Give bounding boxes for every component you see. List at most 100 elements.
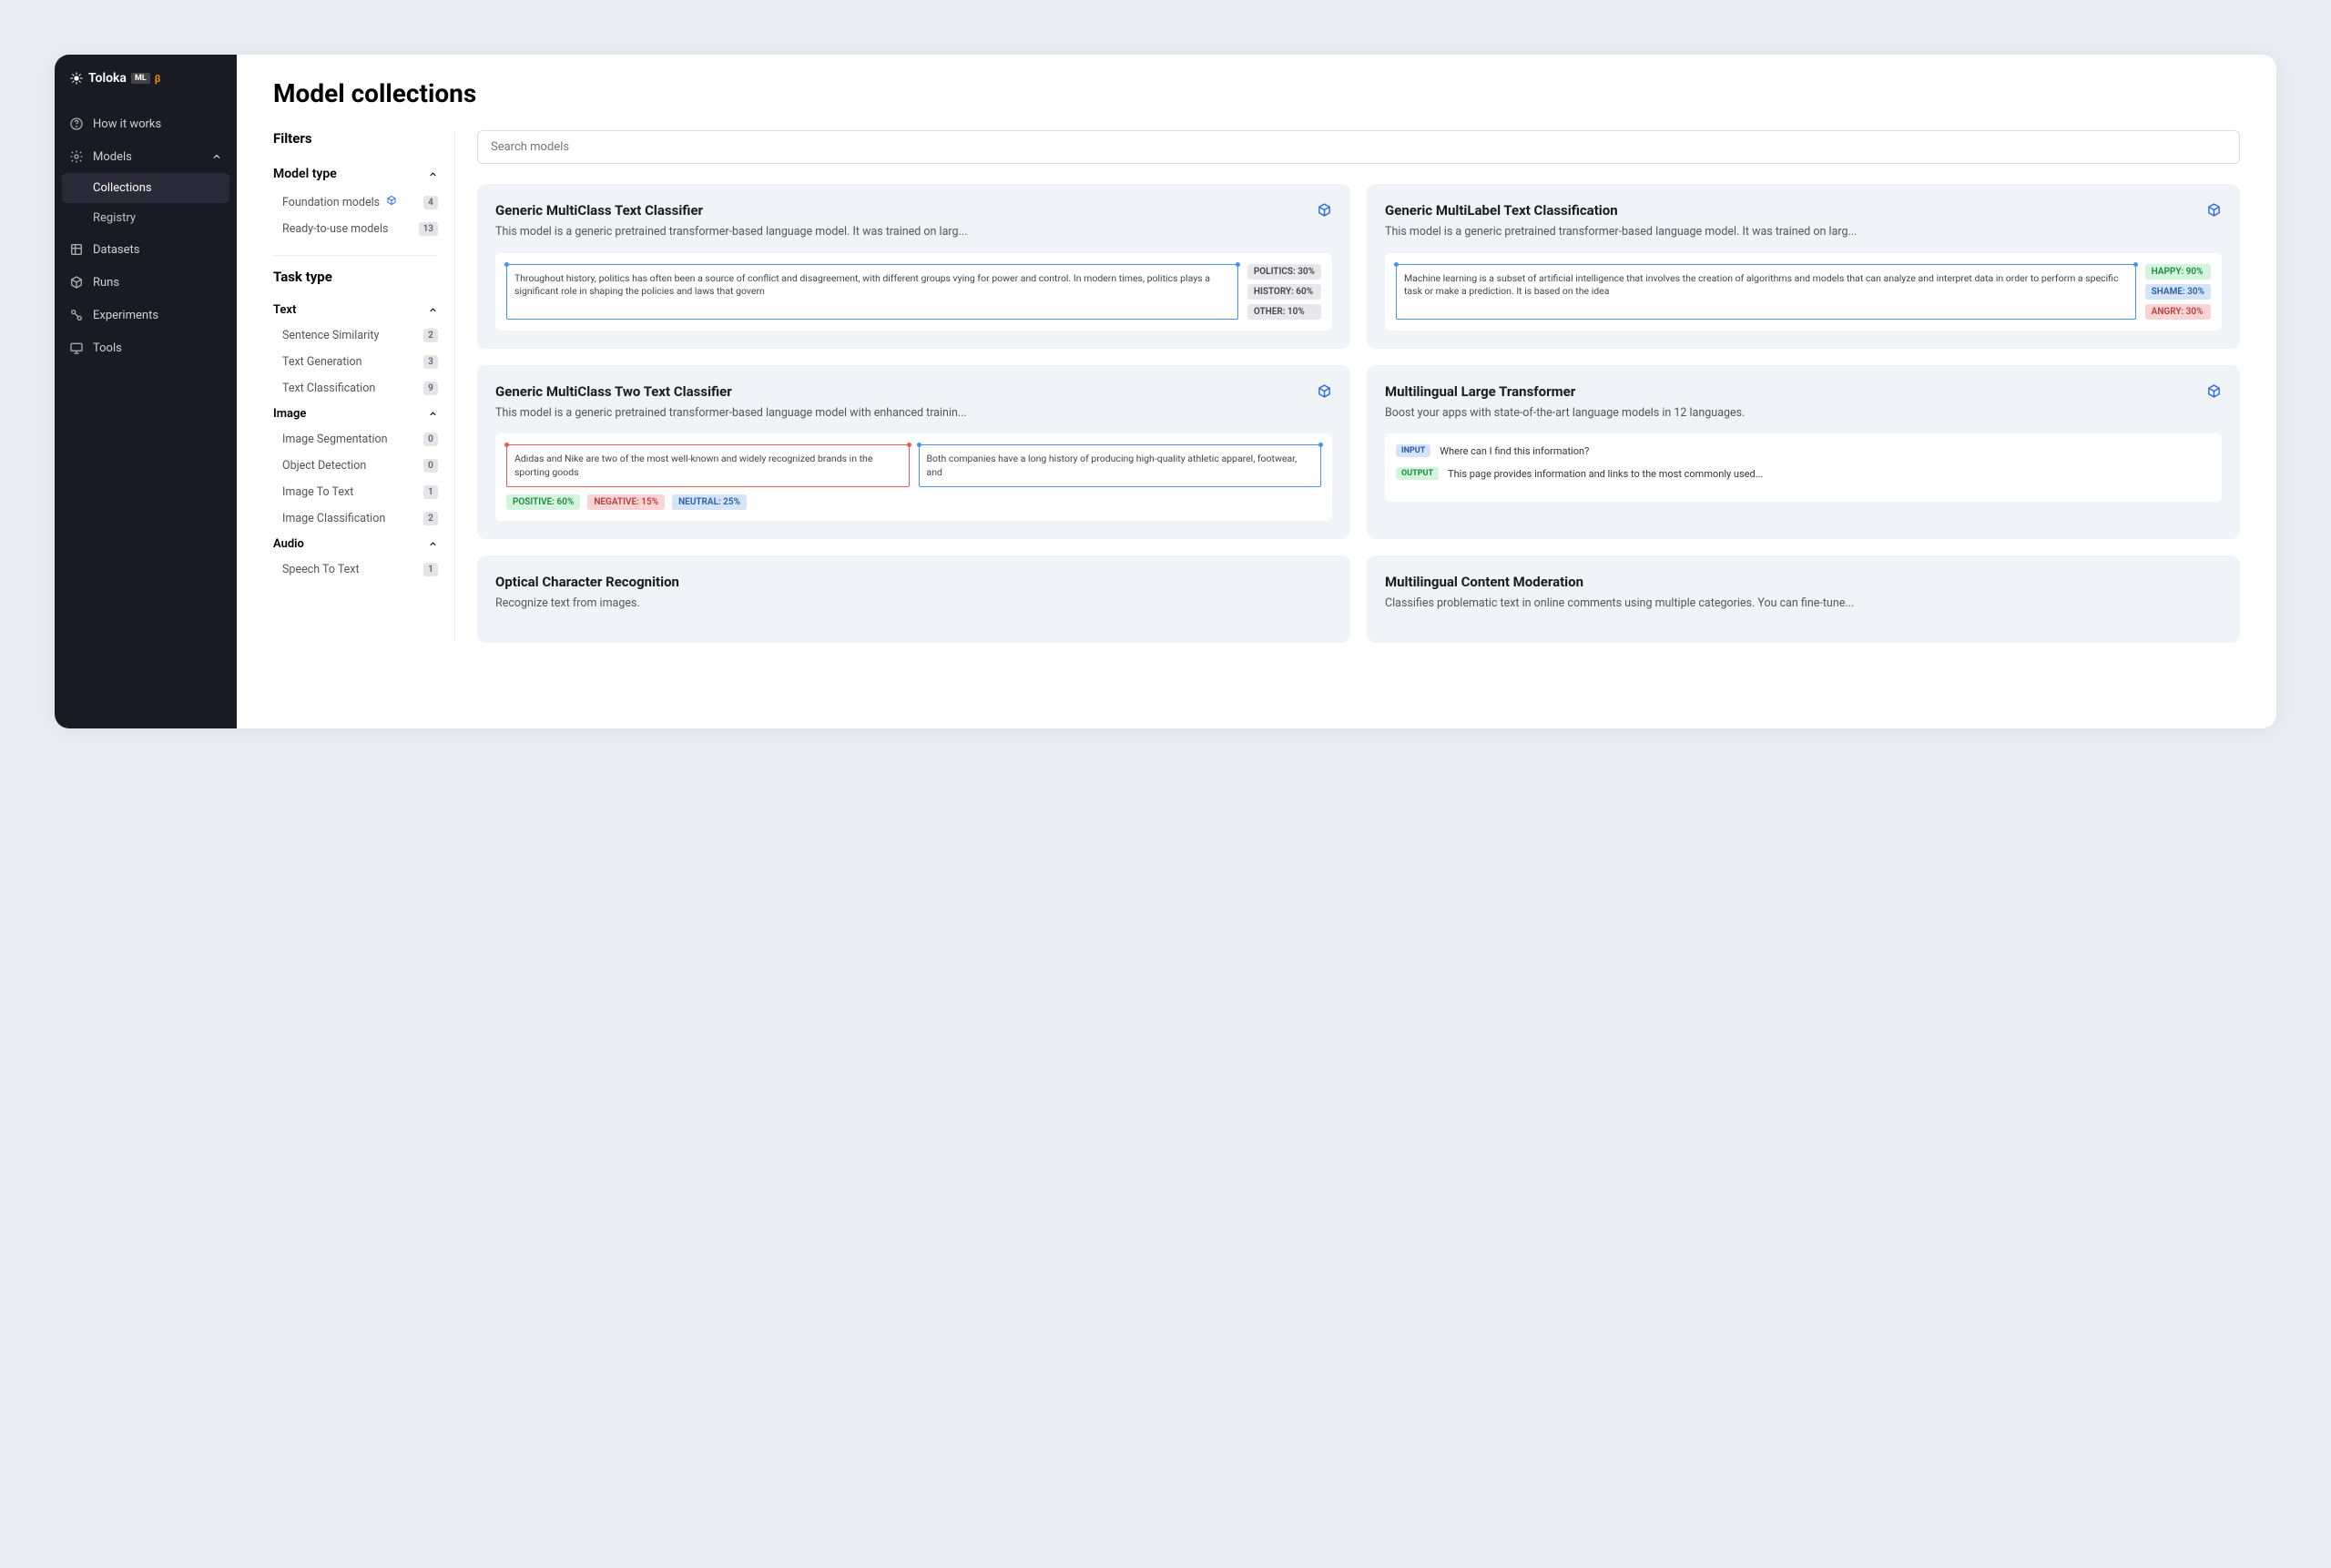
experiments-icon [69,308,84,322]
filter-model-type[interactable]: Model type [273,159,438,188]
card-desc: Recognize text from images. [495,596,1332,612]
card-desc: This model is a generic pretrained trans… [495,405,1332,422]
sidebar: Toloka ML β How it works Models Collecti… [55,55,237,728]
tag: POLITICS: 30% [1247,264,1321,280]
filter-image-classification[interactable]: Image Classification2 [273,505,438,532]
brand-name: Toloka [88,71,127,86]
brand-logo[interactable]: Toloka ML β [55,71,237,107]
nav-label: Runs [93,276,119,290]
card-preview: Adidas and Nike are two of the most well… [495,433,1332,521]
sample-text: Throughout history, politics has often b… [506,264,1238,320]
datasets-icon [69,242,84,257]
output-text: This page provides information and links… [1448,467,1763,481]
sample-text-b: Both companies have a long history of pr… [919,444,1322,487]
cube-icon [2206,202,2222,218]
nav-models[interactable]: Models [55,140,237,173]
divider [273,255,438,256]
ml-badge: ML [131,73,150,84]
search-input[interactable] [477,130,2240,164]
filters-heading: Filters [273,130,438,147]
count-badge: 13 [419,222,438,236]
chevron-up-icon [428,169,438,179]
tag: HISTORY: 60% [1247,284,1321,300]
tag: NEGATIVE: 15% [587,494,665,510]
card-title: Multilingual Large Transformer [1385,383,1575,400]
chevron-up-icon [211,151,222,162]
tag: POSITIVE: 60% [506,494,580,510]
filter-text-generation[interactable]: Text Generation3 [273,349,438,375]
tag: NEUTRAL: 25% [672,494,747,510]
nav-how-it-works[interactable]: How it works [55,107,237,140]
nav-experiments[interactable]: Experiments [55,299,237,331]
model-card-multiclass-text[interactable]: Generic MultiClass Text Classifier This … [477,184,1350,349]
model-card-content-moderation[interactable]: Multilingual Content Moderation Classifi… [1367,555,2240,643]
nav-datasets[interactable]: Datasets [55,233,237,266]
filter-audio-group[interactable]: Audio [273,532,438,556]
cube-icon [386,195,397,206]
nav-label: Models [93,150,132,164]
card-title: Multilingual Content Moderation [1385,574,1583,590]
filter-task-type-heading: Task type [273,269,438,285]
nav-registry[interactable]: Registry [55,203,237,233]
nav-label: Tools [93,341,122,355]
card-title: Generic MultiClass Text Classifier [495,202,703,219]
page-title: Model collections [273,78,2240,108]
filter-speech-to-text[interactable]: Speech To Text1 [273,556,438,583]
beta-badge: β [155,73,161,85]
filter-object-detection[interactable]: Object Detection0 [273,453,438,479]
cube-icon [1317,383,1332,399]
toloka-logo-icon [69,71,84,86]
runs-icon [69,275,84,290]
help-icon [69,117,84,131]
model-card-multilingual-transformer[interactable]: Multilingual Large Transformer Boost you… [1367,365,2240,540]
filter-text-group[interactable]: Text [273,298,438,322]
nav-label: How it works [93,117,161,131]
filter-image-group[interactable]: Image [273,402,438,426]
nav-runs[interactable]: Runs [55,266,237,299]
filter-text-classification[interactable]: Text Classification9 [273,375,438,402]
tag: OTHER: 10% [1247,304,1321,320]
nav-label: Datasets [93,243,140,257]
chevron-up-icon [428,305,438,315]
results-panel: Generic MultiClass Text Classifier This … [477,130,2240,643]
card-preview: Machine learning is a subset of artifici… [1385,253,2222,331]
filter-image-segmentation[interactable]: Image Segmentation0 [273,426,438,453]
card-desc: Classifies problematic text in online co… [1385,596,2222,612]
card-title: Generic MultiLabel Text Classification [1385,202,1618,219]
tag: HAPPY: 90% [2145,264,2211,280]
filter-ready-models[interactable]: Ready-to-use models 13 [273,216,438,242]
count-badge: 4 [423,196,438,209]
filter-sentence-similarity[interactable]: Sentence Similarity2 [273,322,438,349]
nav-tools[interactable]: Tools [55,331,237,364]
chevron-up-icon [428,409,438,419]
cube-icon [2206,383,2222,399]
input-label: INPUT [1396,444,1430,457]
output-label: OUTPUT [1396,467,1439,480]
card-title: Optical Character Recognition [495,574,679,590]
model-card-two-text[interactable]: Generic MultiClass Two Text Classifier T… [477,365,1350,540]
input-text: Where can I find this information? [1440,444,1589,458]
card-preview: INPUT Where can I find this information?… [1385,433,2222,502]
tag: ANGRY: 30% [2145,304,2211,320]
main-content: Model collections Filters Model type Fou… [237,55,2276,728]
gear-icon [69,149,84,164]
chevron-up-icon [428,539,438,549]
filter-image-to-text[interactable]: Image To Text1 [273,479,438,505]
nav-collections[interactable]: Collections [62,173,229,203]
tools-icon [69,341,84,355]
card-title: Generic MultiClass Two Text Classifier [495,383,732,400]
tag: SHAME: 30% [2145,284,2211,300]
model-card-ocr[interactable]: Optical Character Recognition Recognize … [477,555,1350,643]
app-window: Toloka ML β How it works Models Collecti… [55,55,2276,728]
card-desc: Boost your apps with state-of-the-art la… [1385,405,2222,422]
filter-foundation-models[interactable]: Foundation models 4 [273,188,438,216]
filters-panel: Filters Model type Foundation models 4 R… [273,130,455,643]
cube-icon [1317,202,1332,218]
card-desc: This model is a generic pretrained trans… [495,224,1332,240]
card-desc: This model is a generic pretrained trans… [1385,224,2222,240]
model-card-multilabel-text[interactable]: Generic MultiLabel Text Classification T… [1367,184,2240,349]
sample-text-a: Adidas and Nike are two of the most well… [506,444,910,487]
card-grid: Generic MultiClass Text Classifier This … [477,184,2240,643]
nav-label: Experiments [93,309,158,322]
sample-text: Machine learning is a subset of artifici… [1396,264,2136,320]
